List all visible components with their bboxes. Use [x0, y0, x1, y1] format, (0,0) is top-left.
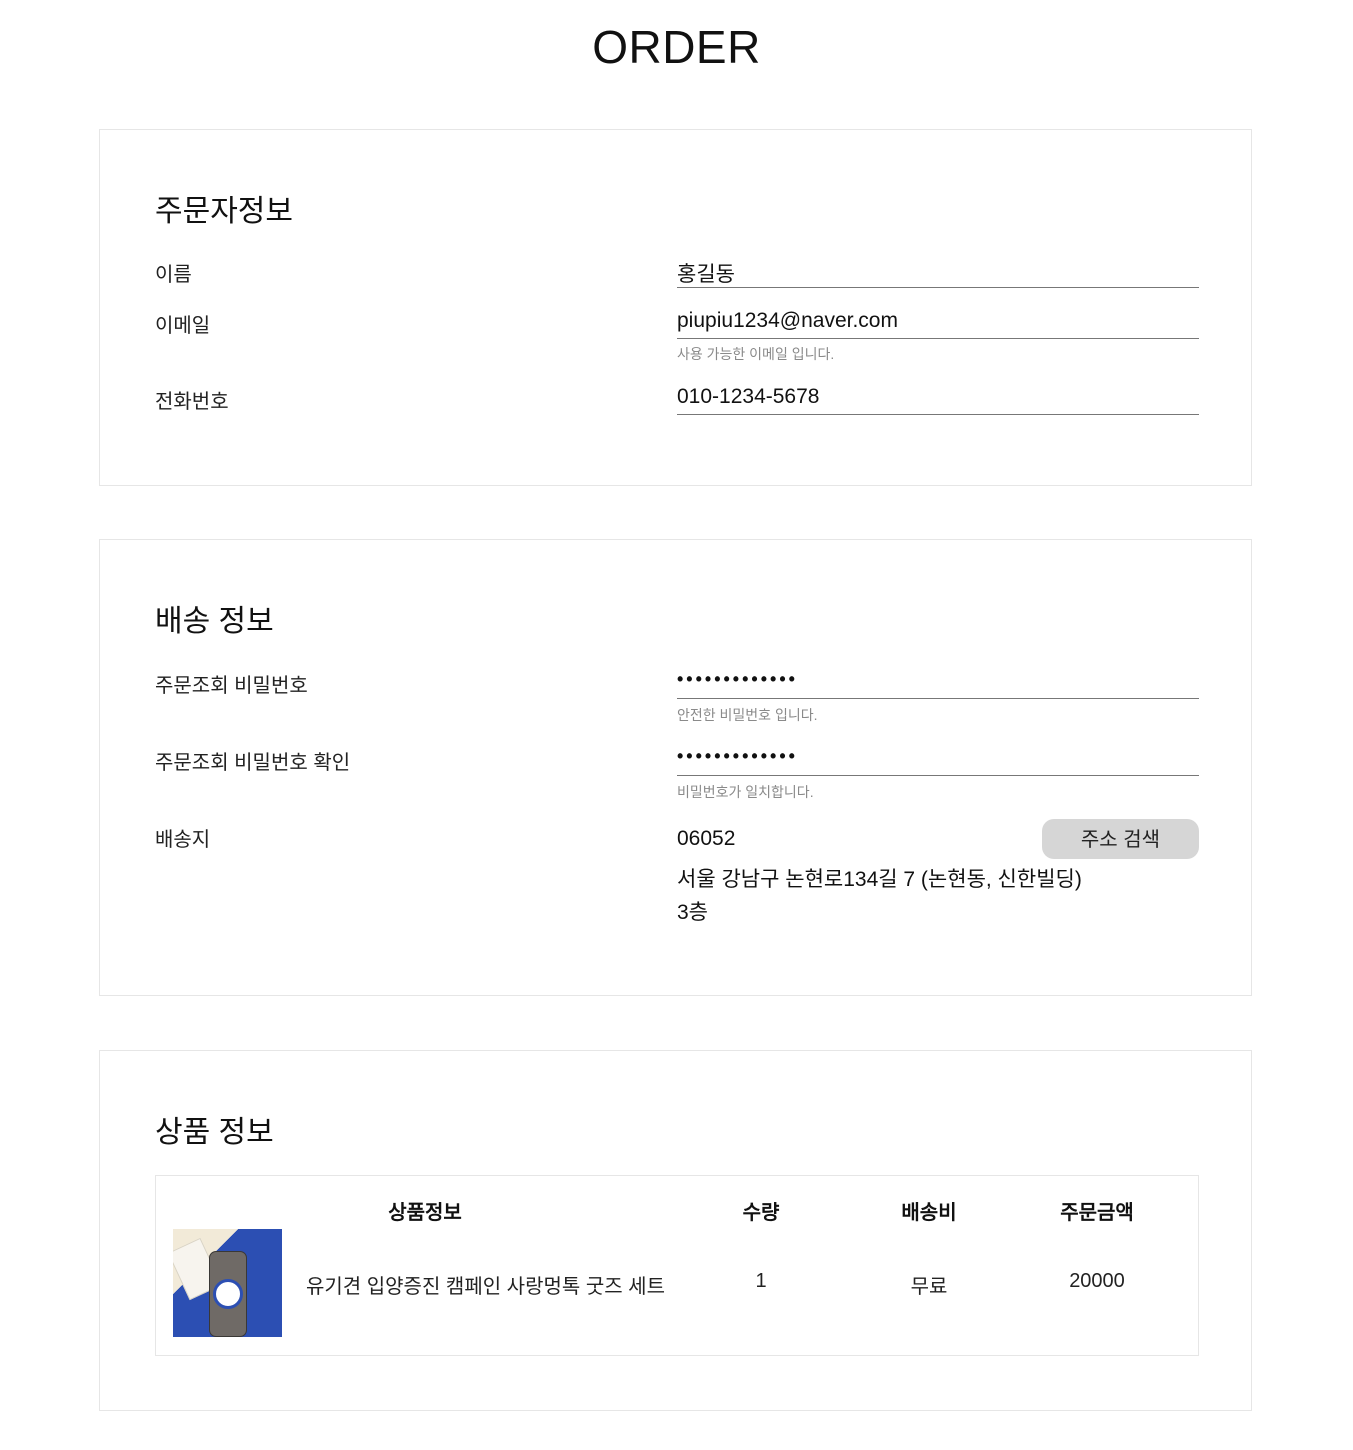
email-hint: 사용 가능한 이메일 입니다.: [677, 346, 835, 362]
address-line1: 서울 강남구 논현로134길 7 (논현동, 신한빌딩): [677, 868, 1082, 891]
name-label: 이름: [155, 264, 192, 286]
header-shipping-fee: 배송비: [901, 1202, 957, 1224]
product-section-title: 상품 정보: [155, 1116, 274, 1149]
header-amount: 주문금액: [1060, 1202, 1134, 1224]
product-thumbnail[interactable]: [173, 1229, 282, 1337]
product-amount: 20000: [1069, 1270, 1125, 1292]
product-table: 상품정보 수량 배송비 주문금액 유기견 입양증진 캠페인 사랑멍톡 굿즈 세트…: [155, 1175, 1199, 1356]
orderer-section-title: 주문자정보: [155, 195, 293, 228]
address-line2[interactable]: 3층: [677, 896, 708, 926]
orderer-info-card: 주문자정보 이름 홍길동 이메일 piupiu1234@naver.com 사용…: [99, 129, 1252, 486]
product-quantity: 1: [755, 1270, 767, 1292]
header-quantity: 수량: [742, 1202, 780, 1224]
address-search-button[interactable]: 주소 검색: [1042, 819, 1199, 859]
order-password-confirm-label: 주문조회 비밀번호 확인: [155, 752, 351, 774]
product-shipping-fee: 무료: [910, 1276, 948, 1298]
thumbnail-sticker-shape: [213, 1279, 243, 1309]
email-field[interactable]: piupiu1234@naver.com: [677, 305, 1199, 339]
shipping-info-card: 배송 정보 주문조회 비밀번호 ••••••••••••• 안전한 비밀번호 입…: [99, 539, 1252, 996]
page-title: ORDER: [592, 21, 761, 73]
order-password-label: 주문조회 비밀번호: [155, 675, 308, 697]
email-label: 이메일: [155, 315, 211, 337]
product-info-card: 상품 정보 상품정보 수량 배송비 주문금액 유기견 입양증진 캠페인 사랑멍톡…: [99, 1050, 1252, 1411]
address-label: 배송지: [155, 829, 211, 851]
order-password-field[interactable]: •••••••••••••: [677, 665, 1199, 699]
postcode-field[interactable]: 06052: [677, 827, 735, 851]
shipping-section-title: 배송 정보: [155, 605, 274, 638]
order-password-hint: 안전한 비밀번호 입니다.: [677, 707, 818, 723]
order-password-confirm-hint: 비밀번호가 일치합니다.: [677, 784, 814, 800]
header-product-info: 상품정보: [388, 1202, 462, 1224]
product-name[interactable]: 유기견 입양증진 캠페인 사랑멍톡 굿즈 세트: [306, 1270, 676, 1299]
phone-field[interactable]: 010-1234-5678: [677, 381, 1199, 415]
order-password-confirm-field[interactable]: •••••••••••••: [677, 742, 1199, 776]
phone-label: 전화번호: [155, 391, 229, 413]
name-field[interactable]: 홍길동: [677, 254, 1199, 288]
